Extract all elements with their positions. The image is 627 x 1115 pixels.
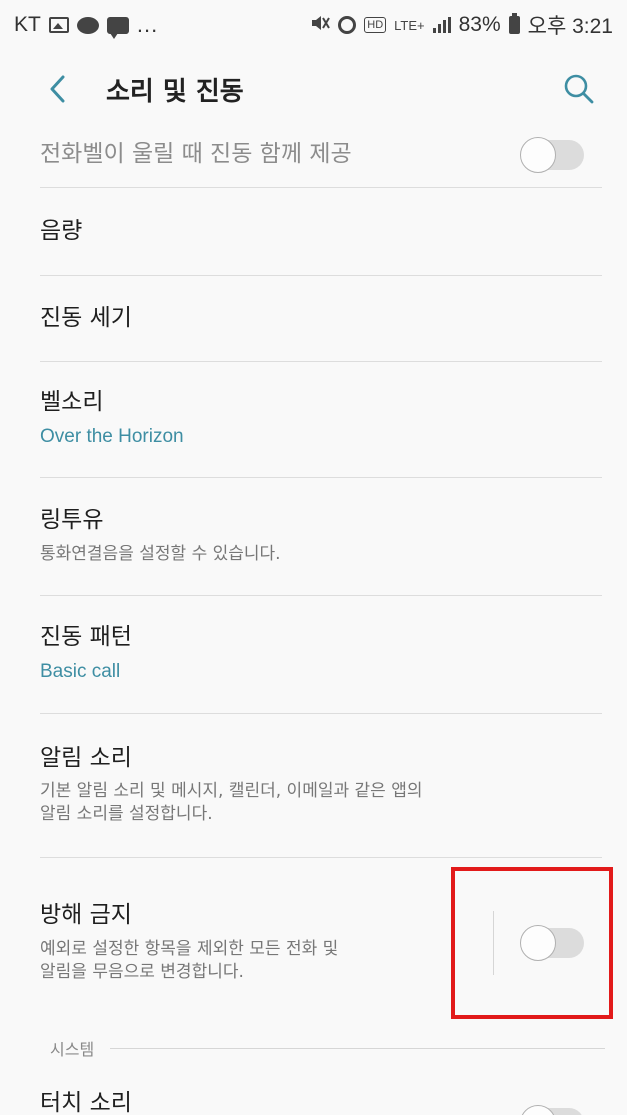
item-title: 진동 패턴 [40,623,132,650]
item-title: 링투유 [40,507,104,534]
carrier-label: KT [14,13,41,36]
item-subtitle: 기본 알림 소리 및 메시지, 캘린더, 이메일과 같은 앱의 알림 소리를 설… [40,780,602,826]
list-item-ringtone[interactable]: 벨소리 Over the Horizon [40,362,602,478]
section-header-system: 시스템 [50,1034,605,1062]
kakaotalk-notification-icon [76,16,99,34]
alarm-icon [338,16,357,34]
item-text: 진동 세기 [40,305,602,333]
gallery-notification-icon [48,17,69,33]
status-bar: KT ... HD LTE+ 83% 오후 3:21 [0,0,627,50]
more-notifications-icon: ... [136,12,159,37]
signal-strength-icon [432,17,451,33]
back-button[interactable] [40,72,74,106]
item-text: 전화벨이 울릴 때 진동 함께 제공 [40,141,522,169]
list-item-vibrate-while-ringing[interactable]: 전화벨이 울릴 때 진동 함께 제공 [40,128,602,188]
lte-icon: LTE+ [394,17,425,33]
highlight-annotation-box [451,867,613,1019]
item-title: 진동 세기 [40,304,132,331]
toggle-knob [520,136,556,173]
item-subtitle: 예외로 설정한 항목을 제외한 모든 전화 및 알림을 무음으로 변경합니다. [40,938,493,984]
item-title: 전화벨이 울릴 때 진동 함께 제공 [40,140,352,167]
item-subtitle: 통화연결음을 설정할 수 있습니다. [40,543,281,564]
toggle-knob [520,1105,556,1115]
list-item-vibration-intensity[interactable]: 진동 세기 [40,276,602,362]
message-notification-icon [106,16,129,39]
vibrate-while-ringing-toggle[interactable] [520,136,584,173]
item-text: 벨소리 Over the Horizon [40,389,602,450]
item-subtitle: Over the Horizon [40,426,184,448]
hd-voice-icon: HD [364,17,387,33]
item-text: 음량 [40,218,602,246]
search-icon [564,74,594,104]
item-text: 방해 금지 예외로 설정한 항목을 제외한 모든 전화 및 알림을 무음으로 변… [40,902,493,983]
status-bar-right: HD LTE+ 83% 오후 3:21 [310,10,613,40]
item-subtitle-line: 예외로 설정한 항목을 제외한 모든 전화 및 [40,938,339,959]
item-title: 음량 [40,217,83,244]
status-bar-left: KT ... [14,12,159,39]
page-title: 소리 및 진동 [106,76,244,107]
item-text: 터치 소리 [40,1082,522,1115]
item-text: 링투유 통화연결음을 설정할 수 있습니다. [40,507,602,566]
touch-sound-toggle[interactable] [520,1105,584,1115]
app-bar: 소리 및 진동 [0,50,627,128]
battery-icon [508,13,520,34]
item-subtitle-line: 알림 소리를 설정합니다. [40,804,213,825]
list-item-vibration-pattern[interactable]: 진동 패턴 Basic call [40,596,602,714]
item-subtitle-line: 기본 알림 소리 및 메시지, 캘린더, 이메일과 같은 앱의 [40,781,423,802]
search-button[interactable] [559,69,599,109]
item-text: 알림 소리 기본 알림 소리 및 메시지, 캘린더, 이메일과 같은 앱의 알림… [40,745,602,826]
list-item-touch-sound[interactable]: 터치 소리 [40,1082,602,1115]
battery-percent: 83% [458,13,501,36]
screen: KT ... HD LTE+ 83% 오후 3:21 소리 및 진동 전화벨이 … [0,0,627,1115]
item-subtitle-line: 알림을 무음으로 변경합니다. [40,961,244,982]
item-title: 벨소리 [40,388,104,415]
item-title: 방해 금지 [40,902,132,929]
chevron-left-icon [50,75,65,103]
item-title: 터치 소리 [40,1090,132,1115]
list-item-volume[interactable]: 음량 [40,188,602,276]
vibrate-mute-icon [310,14,331,37]
list-item-ring-to-you[interactable]: 링투유 통화연결음을 설정할 수 있습니다. [40,478,602,596]
item-title: 알림 소리 [40,744,132,771]
clock: 오후 3:21 [527,15,613,38]
section-label: 시스템 [50,1040,95,1059]
item-subtitle: Basic call [40,661,121,683]
list-item-notification-sound[interactable]: 알림 소리 기본 알림 소리 및 메시지, 캘린더, 이메일과 같은 앱의 알림… [40,714,602,858]
item-text: 진동 패턴 Basic call [40,624,602,685]
section-divider [110,1047,605,1049]
